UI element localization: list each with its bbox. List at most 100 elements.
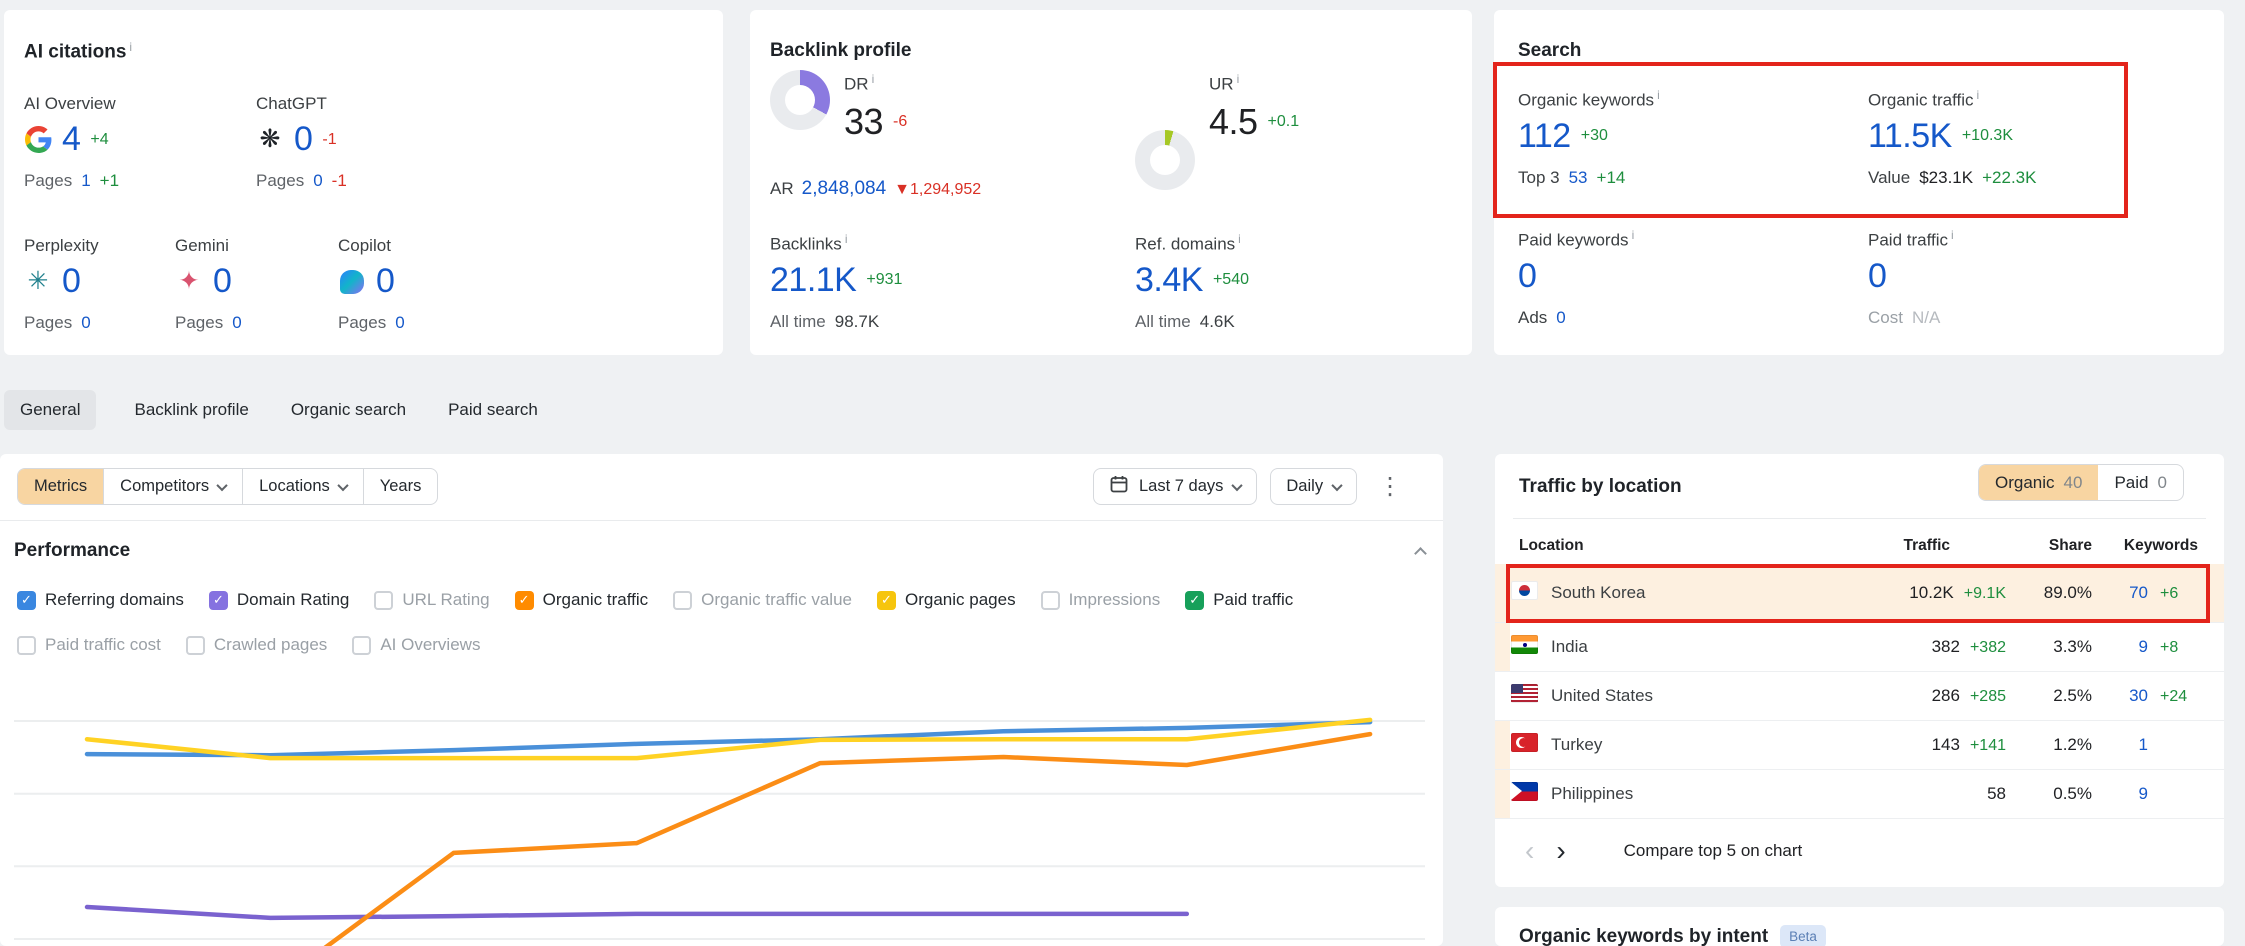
traffic-by-location-card: Traffic by location Organic40 Paid0 Loca… — [1495, 454, 2224, 887]
flag-united-states-icon — [1511, 684, 1538, 703]
info-icon[interactable]: i — [1632, 228, 1635, 242]
ahrefs-rank-row: AR 2,848,084 ▼1,294,952 — [770, 178, 981, 200]
table-row-south-korea[interactable]: South Korea 10.2K+9.1K 89.0% 70 +6 — [1495, 564, 2224, 623]
info-icon[interactable]: i — [1657, 88, 1660, 102]
info-icon[interactable]: i — [1238, 232, 1241, 246]
info-icon[interactable]: i — [129, 40, 132, 54]
dr-stat: DRi 33-6 — [844, 72, 907, 143]
table-row-india[interactable]: India 382+382 3.3% 9 +8 — [1495, 623, 2224, 672]
previous-page-icon[interactable]: ‹ — [1525, 837, 1534, 865]
perplexity-value[interactable]: 0 — [62, 262, 80, 301]
metric-checkbox-organic-traffic[interactable]: ✓Organic traffic — [515, 590, 649, 610]
gemini-icon: ✦ — [175, 268, 203, 296]
gemini-stat: Gemini ✦ 0 Pages0 — [175, 236, 320, 333]
info-icon[interactable]: i — [872, 72, 875, 86]
metric-checkbox-referring-domains[interactable]: ✓Referring domains — [17, 590, 184, 610]
keywords-by-intent-card: Organic keywords by intent Beta — [1495, 907, 2224, 946]
collapse-section-icon[interactable] — [1414, 547, 1427, 560]
traffic-by-location-title: Traffic by location — [1519, 476, 1682, 498]
table-row-turkey[interactable]: Turkey 143+141 1.2% 1 — [1495, 721, 2224, 770]
row-highlight-strip — [1495, 770, 1510, 818]
table-row-united-states[interactable]: United States 286+285 2.5% 30 +24 — [1495, 672, 2224, 721]
backlinks-value[interactable]: 21.1K — [770, 261, 856, 300]
keywords-link[interactable]: 9 — [2139, 784, 2148, 803]
copilot-stat: Copilot 0 Pages0 — [338, 236, 483, 333]
metric-checkbox-domain-rating[interactable]: ✓Domain Rating — [209, 590, 349, 610]
years-filter-button[interactable]: Years — [363, 469, 438, 504]
pages-link[interactable]: 0 — [395, 313, 404, 333]
chevron-down-icon — [1232, 479, 1243, 490]
paid-toggle-button[interactable]: Paid0 — [2098, 465, 2183, 500]
competitors-filter-button[interactable]: Competitors — [103, 469, 242, 504]
metric-checkbox-organic-pages[interactable]: ✓Organic pages — [877, 590, 1016, 610]
divider — [1513, 518, 2206, 519]
pages-link[interactable]: 1 — [81, 171, 90, 191]
next-page-icon[interactable]: › — [1556, 837, 1565, 865]
table-row-philippines[interactable]: Philippines 58 0.5% 9 — [1495, 770, 2224, 819]
organic-traffic-value[interactable]: 11.5K — [1868, 117, 1952, 156]
dr-donut — [770, 70, 830, 130]
tab-paid-search[interactable]: Paid search — [444, 390, 542, 430]
performance-chart[interactable] — [0, 660, 1443, 946]
organic-traffic-stat: Organic traffici 11.5K+10.3K Value$23.1K… — [1868, 88, 2036, 188]
metric-checkbox-paid-traffic[interactable]: ✓Paid traffic — [1185, 590, 1293, 610]
beta-badge: Beta — [1780, 925, 1826, 946]
keywords-link[interactable]: 70 — [2129, 583, 2148, 602]
organic-toggle-button[interactable]: Organic40 — [1979, 465, 2098, 500]
ref-domains-value[interactable]: 3.4K — [1135, 261, 1203, 300]
info-icon[interactable]: i — [845, 232, 848, 246]
paid-traffic-value[interactable]: 0 — [1868, 257, 1886, 296]
info-icon[interactable]: i — [1237, 72, 1240, 86]
chatgpt-value[interactable]: 0 — [294, 120, 312, 159]
metrics-filter-button[interactable]: Metrics — [18, 469, 103, 504]
top3-link[interactable]: 53 — [1569, 168, 1588, 188]
metric-checkbox-url-rating[interactable]: URL Rating — [374, 590, 489, 610]
copilot-value[interactable]: 0 — [376, 262, 394, 301]
keywords-link[interactable]: 30 — [2129, 686, 2148, 705]
chart-filter-group: Metrics Competitors Locations Years — [17, 468, 438, 505]
location-name: Turkey — [1551, 735, 1836, 755]
locations-filter-button[interactable]: Locations — [242, 469, 363, 504]
search-card: Search Organic keywordsi 112+30 Top 353+… — [1494, 10, 2224, 355]
tab-backlink-profile[interactable]: Backlink profile — [130, 390, 252, 430]
search-title: Search — [1518, 40, 1581, 62]
paid-keywords-value[interactable]: 0 — [1518, 257, 1536, 296]
check-icon: ✓ — [519, 592, 530, 608]
organic-keywords-value[interactable]: 112 — [1518, 117, 1571, 156]
date-range-button[interactable]: Last 7 days — [1093, 468, 1257, 505]
location-name: Philippines — [1551, 784, 1836, 804]
metric-checkbox-paid-traffic-cost[interactable]: Paid traffic cost — [17, 635, 161, 655]
metric-checkbox-impressions[interactable]: Impressions — [1041, 590, 1161, 610]
ai-overview-value[interactable]: 4 — [62, 120, 80, 159]
ahrefs-rank-link[interactable]: 2,848,084 — [802, 178, 887, 200]
chatgpt-delta: -1 — [322, 131, 336, 149]
compare-top5-link[interactable]: Compare top 5 on chart — [1624, 841, 1803, 861]
table-header-row: Location Traffic Share Keywords — [1495, 528, 2224, 564]
tab-organic-search[interactable]: Organic search — [287, 390, 410, 430]
ads-link[interactable]: 0 — [1556, 308, 1565, 328]
column-keywords: Keywords — [2092, 537, 2204, 555]
row-highlight-strip — [1495, 721, 1510, 769]
pages-link[interactable]: 0 — [232, 313, 241, 333]
flag-philippines-icon — [1511, 782, 1538, 801]
pages-link[interactable]: 0 — [313, 171, 322, 191]
ref-domains-stat: Ref. domainsi 3.4K+540 All time4.6K — [1135, 232, 1249, 332]
info-icon[interactable]: i — [1977, 88, 1980, 102]
metric-checkbox-organic-traffic-value[interactable]: Organic traffic value — [673, 590, 852, 610]
keywords-link[interactable]: 9 — [2139, 637, 2148, 656]
ai-overview-stat: AI Overview 4 +4 Pages1+1 — [24, 94, 249, 191]
info-icon[interactable]: i — [1951, 228, 1954, 242]
keywords-link[interactable]: 1 — [2139, 735, 2148, 754]
chatgpt-stat: ChatGPT ❋ 0 -1 Pages0-1 — [256, 94, 481, 191]
calendar-icon — [1109, 474, 1129, 499]
granularity-button[interactable]: Daily — [1270, 468, 1357, 505]
table-footer: ‹ › Compare top 5 on chart — [1495, 819, 2224, 869]
metric-checkbox-crawled-pages[interactable]: Crawled pages — [186, 635, 327, 655]
metric-checkbox-ai-overviews[interactable]: AI Overviews — [352, 635, 480, 655]
more-options-icon[interactable]: ⋮ — [1378, 475, 1402, 499]
perplexity-stat: Perplexity ✳ 0 Pages0 — [24, 236, 169, 333]
metric-checkbox-row-1: ✓Referring domains ✓Domain Rating URL Ra… — [17, 590, 1293, 610]
pages-link[interactable]: 0 — [81, 313, 90, 333]
tab-general[interactable]: General — [4, 390, 96, 430]
gemini-value[interactable]: 0 — [213, 262, 231, 301]
